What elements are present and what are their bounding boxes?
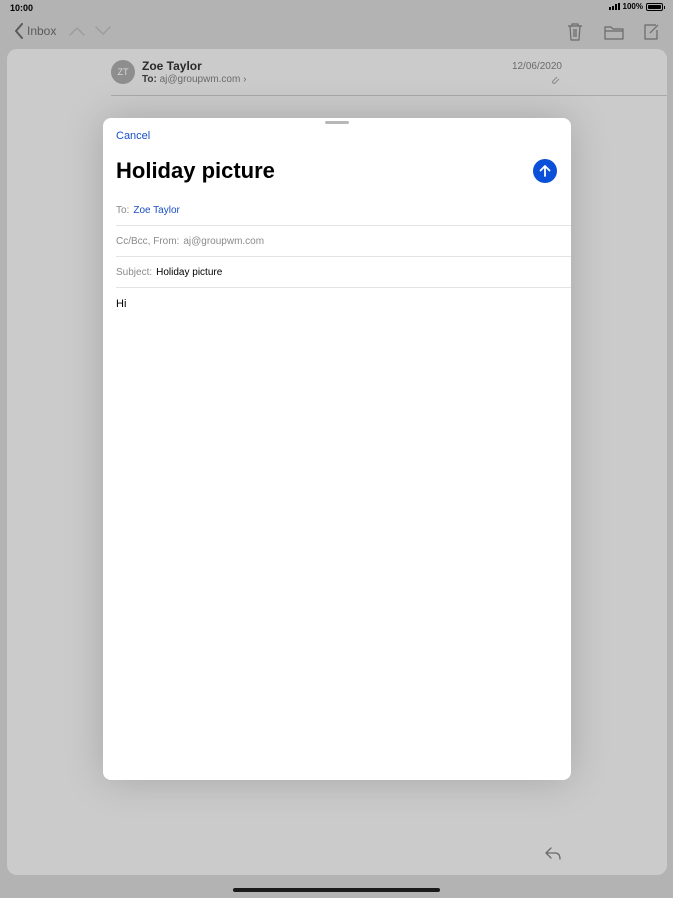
signal-icon [608,3,620,10]
sheet-grabber[interactable] [325,121,349,124]
cc-bcc-from-label: Cc/Bcc, From: [116,235,180,247]
send-arrow-icon [539,165,551,177]
mail-toolbar: Inbox [0,18,673,46]
down-arrow-icon[interactable] [95,24,111,38]
battery-percent: 100% [622,2,643,11]
compose-sheet: Cancel Holiday picture To: Zoe Taylor Cc… [103,118,571,780]
status-bar: 10:00 100% [0,0,673,16]
to-label: To: [142,74,157,85]
send-button[interactable] [533,159,557,183]
status-indicators: 100% [608,2,665,11]
folder-icon[interactable] [603,22,625,42]
to-recipient-token[interactable]: Zoe Taylor [133,205,180,216]
status-time: 10:00 [10,3,34,13]
cancel-button[interactable]: Cancel [116,130,150,142]
sender-name[interactable]: Zoe Taylor [142,59,202,73]
reply-icon[interactable] [544,845,562,861]
recipient-line[interactable]: To: aj@groupwm.com › [142,74,246,85]
subject-label: Subject: [116,266,153,278]
compose-icon[interactable] [641,22,661,42]
up-arrow-icon[interactable] [69,24,85,38]
from-address: aj@groupwm.com [183,235,265,247]
back-chevron-icon [15,23,23,39]
subject-value[interactable]: Holiday picture [156,267,222,278]
message-date: 12/06/2020 [511,61,562,72]
home-indicator[interactable] [233,888,440,892]
trash-icon[interactable] [565,22,585,42]
message-body[interactable]: Hi [116,298,126,310]
cc-bcc-from-field[interactable]: Cc/Bcc, From: aj@groupwm.com [116,226,571,257]
back-button[interactable]: Inbox [14,23,56,39]
avatar: ZT [111,60,135,84]
to-field-label: To: [116,204,130,216]
subject-field[interactable]: Subject: Holiday picture [116,257,571,288]
message-header: ZT Zoe Taylor To: aj@groupwm.com › 12/06… [111,58,667,96]
to-field[interactable]: To: Zoe Taylor [116,195,571,226]
battery-icon [646,2,665,11]
compose-title: Holiday picture [116,158,275,183]
back-label: Inbox [27,24,57,38]
chevron-right-icon: › [243,74,247,85]
recipient-address: aj@groupwm.com [159,74,241,85]
attachment-icon [552,76,560,84]
